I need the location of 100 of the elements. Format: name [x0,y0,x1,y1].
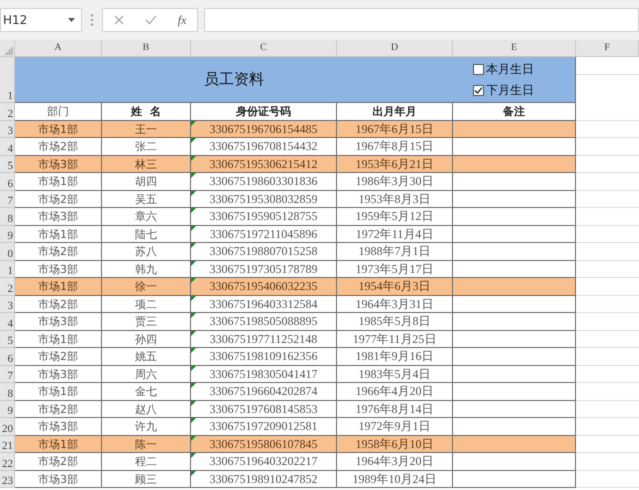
name-cell: 陆七 [102,226,191,243]
row-header[interactable]: 22 [0,453,15,470]
row-header[interactable]: 9 [0,400,15,418]
column-header[interactable]: B [102,40,191,57]
row-header[interactable]: 2 [0,278,15,296]
error-indicator-icon [191,260,196,266]
error-indicator-icon [191,366,196,370]
birth-date-cell: 1988年7月1日 [337,243,453,260]
row-header[interactable]: 5 [0,156,15,173]
department-cell: 市场1部 [15,120,102,138]
department-cell: 市场2部 [15,400,102,418]
id-number-cell: 330675197711252148 [191,330,337,348]
row-header[interactable]: 8 [0,208,15,226]
row-header[interactable]: 7 [0,190,15,208]
row-header[interactable]: 7 [0,366,15,383]
row-header[interactable]: 20 [0,418,15,436]
error-indicator-icon [191,156,196,160]
row-header[interactable]: 2 [0,103,15,120]
checkbox-label: 下月生日 [486,82,534,98]
birth-date-cell: 1977年11月25日 [337,330,453,348]
name-cell: 王一 [102,120,191,138]
error-indicator-icon [191,120,196,126]
row-header[interactable]: 4 [0,138,15,156]
id-number-cell: 330675198807015258 [191,243,337,260]
name-cell: 程二 [102,453,191,470]
birth-date-cell: 1954年6月3日 [337,278,453,296]
error-indicator-icon [191,313,196,318]
error-indicator-icon [191,190,196,196]
id-number-cell: 330675196604202874 [191,383,337,400]
error-indicator-icon [191,278,196,283]
error-indicator-icon [191,243,196,248]
row-header[interactable]: 3 [0,120,15,138]
dropdown-caret-icon [68,18,75,22]
department-cell: 市场1部 [15,173,102,190]
row-header[interactable]: 1 [0,57,15,103]
department-cell: 市场1部 [15,278,102,296]
select-all-corner[interactable] [0,40,15,57]
name-cell: 胡四 [102,173,191,190]
row-header[interactable]: 6 [0,348,15,366]
birth-date-cell: 1966年4月20日 [337,383,453,400]
name-cell: 顾三 [102,470,191,488]
check-icon[interactable] [144,15,157,25]
birth-date-cell: 1989年10月24日 [337,470,453,488]
column-header[interactable]: E [453,40,576,57]
row-header[interactable]: 4 [0,313,15,330]
error-indicator-icon [191,226,196,230]
birth-date-cell: 1953年8月3日 [337,190,453,208]
id-number-cell: 330675195306215412 [191,156,337,173]
department-cell: 市场3部 [15,313,102,330]
name-cell: 陈一 [102,436,191,453]
id-number-cell: 330675198109162356 [191,348,337,366]
error-indicator-icon [191,418,196,423]
formula-input[interactable] [204,8,639,32]
checkbox[interactable] [473,84,484,96]
row-header[interactable]: 1 [0,260,15,278]
id-number-cell: 330675197608145853 [191,400,337,418]
birth-date-cell: 1985年5月8日 [337,313,453,330]
birth-date-cell: 1986年3月30日 [337,173,453,190]
id-number-cell: 330675195806107845 [191,436,337,453]
department-cell: 市场1部 [15,226,102,243]
column-header[interactable]: A [15,40,102,57]
row-header[interactable]: 3 [0,296,15,313]
name-cell: 苏八 [102,243,191,260]
birth-date-cell: 1953年6月21日 [337,156,453,173]
id-number-cell: 330675196403202217 [191,453,337,470]
name-cell: 吴五 [102,190,191,208]
birth-date-cell: 1958年6月10日 [337,436,453,453]
birth-date-cell: 1972年11月4日 [337,226,453,243]
row-header[interactable]: 6 [0,173,15,190]
birth-date-cell: 1964年3月31日 [337,296,453,313]
department-cell: 市场3部 [15,208,102,226]
checkbox[interactable] [473,64,484,74]
department-cell: 市场1部 [15,436,102,453]
column-header[interactable]: C [191,40,337,57]
row-header[interactable]: 23 [0,470,15,488]
error-indicator-icon [191,400,196,406]
row-header[interactable]: 5 [0,330,15,348]
name-box[interactable]: H12 [0,8,82,32]
department-cell: 市场2部 [15,243,102,260]
error-indicator-icon [191,348,196,353]
birth-date-cell: 1967年6月15日 [337,120,453,138]
column-header[interactable]: F [576,40,639,57]
id-number-cell: 330675196403312584 [191,296,337,313]
error-indicator-icon [191,383,196,388]
row-header[interactable]: 8 [0,383,15,400]
department-cell: 市场2部 [15,296,102,313]
row-header[interactable]: 9 [0,226,15,243]
name-cell: 章六 [102,208,191,226]
insert-function-button[interactable]: fx [178,12,186,28]
row-header[interactable]: 0 [0,243,15,260]
id-number-cell: 330675198603301836 [191,173,337,190]
name-cell: 金七 [102,383,191,400]
name-cell: 贾三 [102,313,191,330]
column-header[interactable]: D [337,40,453,57]
row-header[interactable]: 21 [0,436,15,453]
name-cell: 孙四 [102,330,191,348]
department-cell: 市场1部 [15,330,102,348]
department-cell: 市场3部 [15,470,102,488]
name-cell: 赵八 [102,400,191,418]
cancel-icon[interactable] [114,15,124,25]
